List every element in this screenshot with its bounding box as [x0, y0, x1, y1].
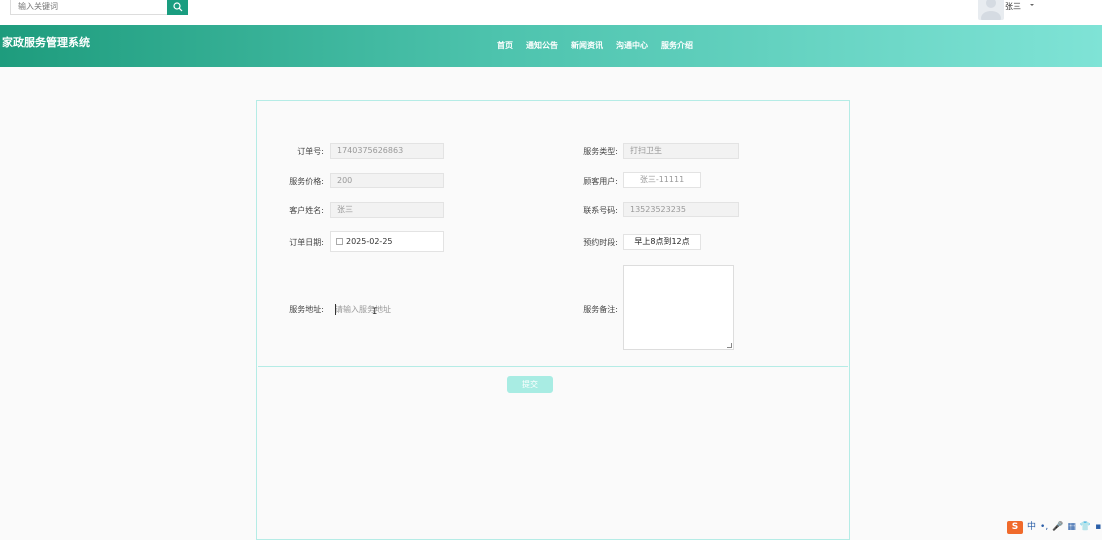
order-no-label: 订单号: [297, 147, 324, 156]
punctuation-icon[interactable]: •, [1040, 521, 1048, 534]
chevron-down-icon[interactable] [1030, 4, 1034, 6]
submit-button[interactable]: 提交 [507, 376, 553, 393]
skin-icon[interactable]: 👕 [1080, 521, 1091, 534]
nav-news[interactable]: 新闻资讯 [571, 40, 603, 51]
nav-services[interactable]: 服务介绍 [661, 40, 693, 51]
calendar-icon [336, 238, 343, 245]
form-divider [258, 366, 848, 367]
address-label: 服务地址: [289, 305, 324, 314]
price-label: 服务价格: [289, 177, 324, 186]
customer-user-field[interactable]: 张三-11111 [623, 172, 701, 188]
service-type-field[interactable]: 打扫卫生 [623, 143, 739, 159]
chinese-mode-icon[interactable]: 中 [1027, 521, 1036, 534]
toolbox-icon[interactable]: ▪ [1095, 521, 1101, 534]
avatar-icon [981, 0, 1001, 20]
order-date-field[interactable]: 2025-02-25 [330, 231, 444, 252]
form-panel [256, 100, 850, 540]
order-date-label: 订单日期: [289, 238, 324, 247]
nav-communication[interactable]: 沟通中心 [616, 40, 648, 51]
site-title: 家政服务管理系统 [2, 36, 90, 49]
customer-name-label: 客户姓名: [289, 206, 324, 215]
order-no-field[interactable]: 1740375626863 [330, 143, 444, 159]
nav-notices[interactable]: 通知公告 [526, 40, 558, 51]
order-date-value: 2025-02-25 [346, 237, 393, 246]
username[interactable]: 张三 [1005, 1, 1021, 12]
slot-label: 预约时段: [583, 238, 618, 247]
phone-field[interactable]: 13523523235 [623, 202, 739, 217]
phone-label: 联系号码: [583, 206, 618, 215]
address-input[interactable]: 请输入服务地址 [331, 303, 431, 317]
ime-toolbar: S 中 •, 🎤 ▦ 👕 ▪ [1007, 521, 1101, 534]
search-input[interactable] [10, 0, 167, 15]
remark-label: 服务备注: [583, 305, 618, 314]
service-type-label: 服务类型: [583, 147, 618, 156]
sogou-logo-icon[interactable]: S [1007, 521, 1023, 534]
price-field[interactable]: 200 [330, 173, 444, 188]
top-bar: 张三 [0, 0, 1102, 25]
ibeam-cursor-icon: I [372, 307, 378, 317]
microphone-icon[interactable]: 🎤 [1052, 521, 1063, 534]
slot-select[interactable]: 早上8点到12点 [623, 234, 701, 250]
main-nav: 首页 通知公告 新闻资讯 沟通中心 服务介绍 [497, 40, 693, 51]
search-button[interactable] [167, 0, 188, 15]
text-cursor [335, 304, 336, 315]
nav-home[interactable]: 首页 [497, 40, 513, 51]
search-icon [172, 1, 182, 11]
remark-textarea[interactable] [623, 265, 734, 350]
customer-user-label: 顾客用户: [583, 177, 618, 186]
header-banner: 家政服务管理系统 首页 通知公告 新闻资讯 沟通中心 服务介绍 [0, 25, 1102, 67]
resize-handle-icon[interactable] [727, 343, 732, 348]
keyboard-icon[interactable]: ▦ [1067, 521, 1076, 534]
customer-name-field[interactable]: 张三 [330, 202, 444, 218]
avatar[interactable] [978, 0, 1004, 20]
